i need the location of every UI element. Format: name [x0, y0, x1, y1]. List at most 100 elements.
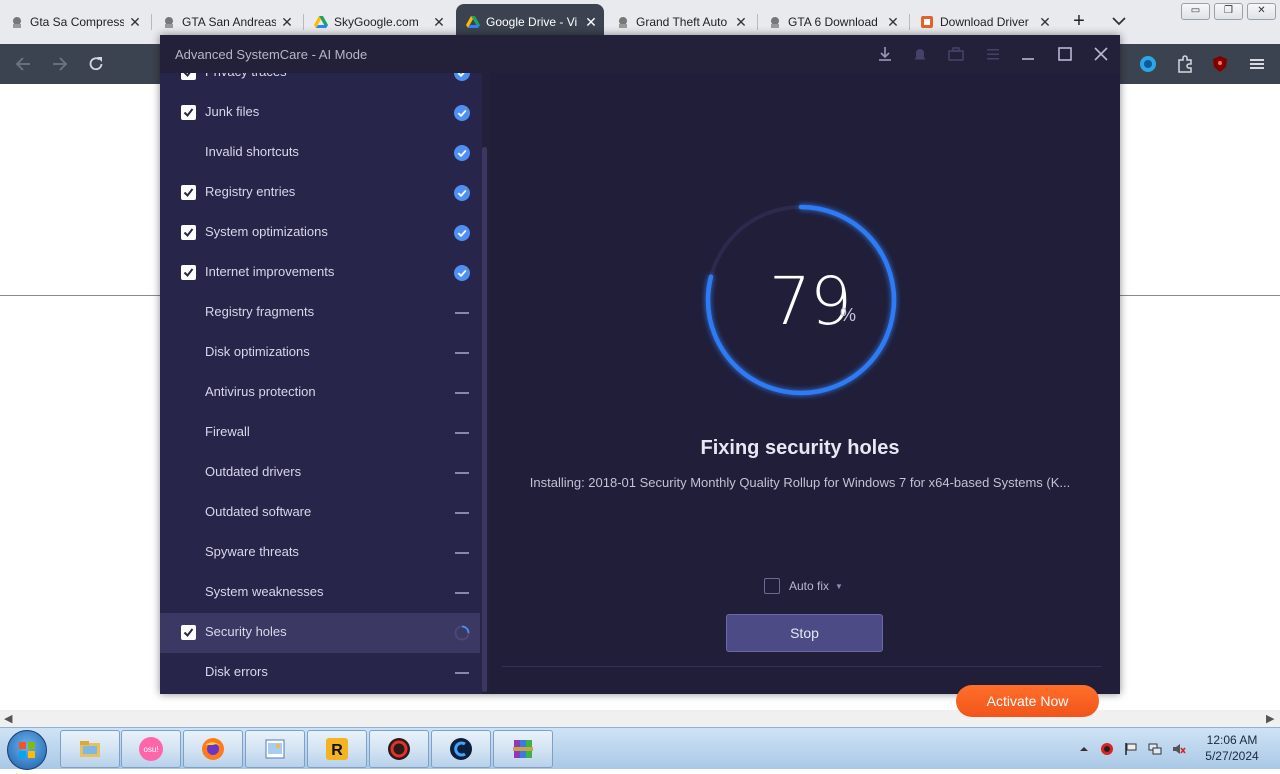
- window-minimize-button[interactable]: ▭: [1181, 3, 1210, 20]
- scan-item-disk-errors[interactable]: Disk errors: [160, 653, 480, 693]
- ccleaner-icon: [449, 737, 473, 761]
- rockstar-icon-label: R: [331, 742, 343, 759]
- item-checkbox[interactable]: [181, 73, 196, 80]
- scan-item-label: Internet improvements: [205, 264, 335, 279]
- window-close-button[interactable]: ✕: [1247, 3, 1276, 20]
- status-title: Fixing security holes: [700, 437, 900, 459]
- tab-list-chevron-down-icon[interactable]: [1110, 12, 1128, 30]
- browser-tab-1[interactable]: Gta Sa Compress ✕: [0, 4, 150, 40]
- scan-item-antivirus-protection[interactable]: Antivirus protection: [160, 373, 480, 413]
- scroll-left-arrow-icon[interactable]: ◀: [4, 712, 12, 725]
- taskbar-rockstar[interactable]: R: [307, 730, 367, 768]
- stop-button[interactable]: Stop: [726, 614, 883, 652]
- driver-booster-tray-icon[interactable]: [1100, 742, 1114, 756]
- taskbar-firefox[interactable]: [183, 730, 243, 768]
- tab-close-icon[interactable]: ✕: [432, 14, 446, 31]
- item-checkbox[interactable]: [181, 105, 196, 120]
- gta-site-favicon-icon: [768, 15, 782, 29]
- firefox-icon: [201, 737, 225, 761]
- maximize-icon[interactable]: [1056, 45, 1074, 63]
- taskbar-paint[interactable]: [245, 730, 305, 768]
- minimize-icon[interactable]: [1019, 45, 1037, 63]
- scan-item-outdated-software[interactable]: Outdated software: [160, 493, 480, 533]
- scan-item-registry-entries[interactable]: Registry entries: [160, 173, 480, 213]
- tab-label: Google Drive - Vi: [486, 15, 578, 29]
- reload-icon[interactable]: [86, 54, 106, 74]
- scan-item-disk-optimizations[interactable]: Disk optimizations: [160, 333, 480, 373]
- pending-dash-icon: [455, 392, 469, 394]
- scan-item-label: Registry entries: [205, 184, 296, 199]
- item-checkbox[interactable]: [181, 265, 196, 280]
- paint-icon: [263, 737, 287, 761]
- taskbar-winrar[interactable]: [493, 730, 553, 768]
- item-checkbox[interactable]: [181, 185, 196, 200]
- winrar-icon: [511, 737, 535, 761]
- scan-item-security-holes[interactable]: Security holes: [160, 613, 480, 653]
- scan-item-label: Invalid shortcuts: [205, 144, 299, 159]
- scroll-right-arrow-icon[interactable]: ▶: [1266, 712, 1274, 725]
- scan-item-system-optimizations[interactable]: System optimizations: [160, 213, 480, 253]
- window-restore-button[interactable]: ❐: [1214, 3, 1243, 20]
- notification-bell-icon[interactable]: [911, 45, 929, 63]
- taskbar-file-explorer[interactable]: [60, 730, 120, 768]
- item-checkbox[interactable]: [181, 625, 196, 640]
- system-clock[interactable]: 12:06 AM 5/27/2024: [1196, 732, 1268, 764]
- osu-icon: osu!: [139, 737, 163, 761]
- chevron-down-icon[interactable]: ▼: [835, 582, 843, 591]
- scan-item-spyware-threats[interactable]: Spyware threats: [160, 533, 480, 573]
- tab-label: GTA San Andreas: [182, 15, 276, 29]
- forward-arrow-icon[interactable]: [50, 54, 70, 74]
- completed-check-icon: [454, 265, 470, 281]
- back-arrow-icon[interactable]: [13, 54, 33, 74]
- extension-globe-icon[interactable]: [1138, 54, 1158, 74]
- osu-icon-label: osu!: [143, 745, 158, 754]
- scan-item-firewall[interactable]: Firewall: [160, 413, 480, 453]
- rockstar-icon: R: [325, 737, 349, 761]
- scan-item-system-weaknesses[interactable]: System weaknesses: [160, 573, 480, 613]
- scan-item-invalid-shortcuts[interactable]: Invalid shortcuts: [160, 133, 480, 173]
- google-drive-favicon-icon: [314, 15, 328, 29]
- extensions-puzzle-icon[interactable]: [1175, 54, 1195, 74]
- show-hidden-icons-arrow-icon[interactable]: [1077, 742, 1091, 756]
- start-button-windows-icon[interactable]: [7, 730, 47, 770]
- gta-site-favicon-icon: [616, 15, 630, 29]
- scan-item-junk-files[interactable]: Junk files: [160, 93, 480, 133]
- completed-check-icon: [454, 145, 470, 161]
- network-icon[interactable]: [1148, 742, 1162, 756]
- action-center-flag-icon[interactable]: [1124, 742, 1138, 756]
- scan-list-scrollbar[interactable]: [482, 147, 487, 692]
- panel-divider: [502, 666, 1102, 667]
- taskbar-osu[interactable]: osu!: [121, 730, 181, 768]
- tab-close-icon[interactable]: ✕: [1038, 14, 1052, 31]
- scan-item-label: Security holes: [205, 624, 287, 639]
- driver-booster-icon: [387, 737, 411, 761]
- scan-item-privacy-traces[interactable]: Privacy traces: [160, 73, 480, 93]
- scan-item-outdated-drivers[interactable]: Outdated drivers: [160, 453, 480, 493]
- close-icon[interactable]: [1092, 45, 1110, 63]
- auto-fix-checkbox[interactable]: [764, 578, 780, 594]
- auto-fix-option[interactable]: Auto fix ▼: [764, 578, 843, 594]
- download-icon[interactable]: [876, 45, 894, 63]
- toolbox-icon[interactable]: [947, 45, 965, 63]
- tab-close-icon[interactable]: ✕: [280, 14, 294, 31]
- tab-close-icon[interactable]: ✕: [128, 14, 142, 31]
- menu-icon[interactable]: [984, 45, 1002, 63]
- scan-item-label: Junk files: [205, 104, 260, 119]
- completed-check-icon: [454, 105, 470, 121]
- item-checkbox[interactable]: [181, 225, 196, 240]
- taskbar-ccleaner[interactable]: [431, 730, 491, 768]
- volume-muted-icon[interactable]: [1172, 742, 1186, 756]
- pending-dash-icon: [455, 312, 469, 314]
- tab-close-icon[interactable]: ✕: [886, 14, 900, 31]
- tab-close-icon[interactable]: ✕: [584, 14, 598, 31]
- pending-dash-icon: [455, 592, 469, 594]
- scan-item-label: Outdated drivers: [205, 464, 302, 479]
- menu-hamburger-icon[interactable]: [1247, 54, 1267, 74]
- taskbar-driver-booster[interactable]: [369, 730, 429, 768]
- scan-item-internet-improvements[interactable]: Internet improvements: [160, 253, 480, 293]
- scan-item-registry-fragments[interactable]: Registry fragments: [160, 293, 480, 333]
- activate-now-button[interactable]: Activate Now: [956, 685, 1099, 717]
- new-tab-button[interactable]: +: [1068, 10, 1090, 32]
- tab-close-icon[interactable]: ✕: [734, 14, 748, 31]
- ublock-shield-icon[interactable]: [1210, 54, 1230, 74]
